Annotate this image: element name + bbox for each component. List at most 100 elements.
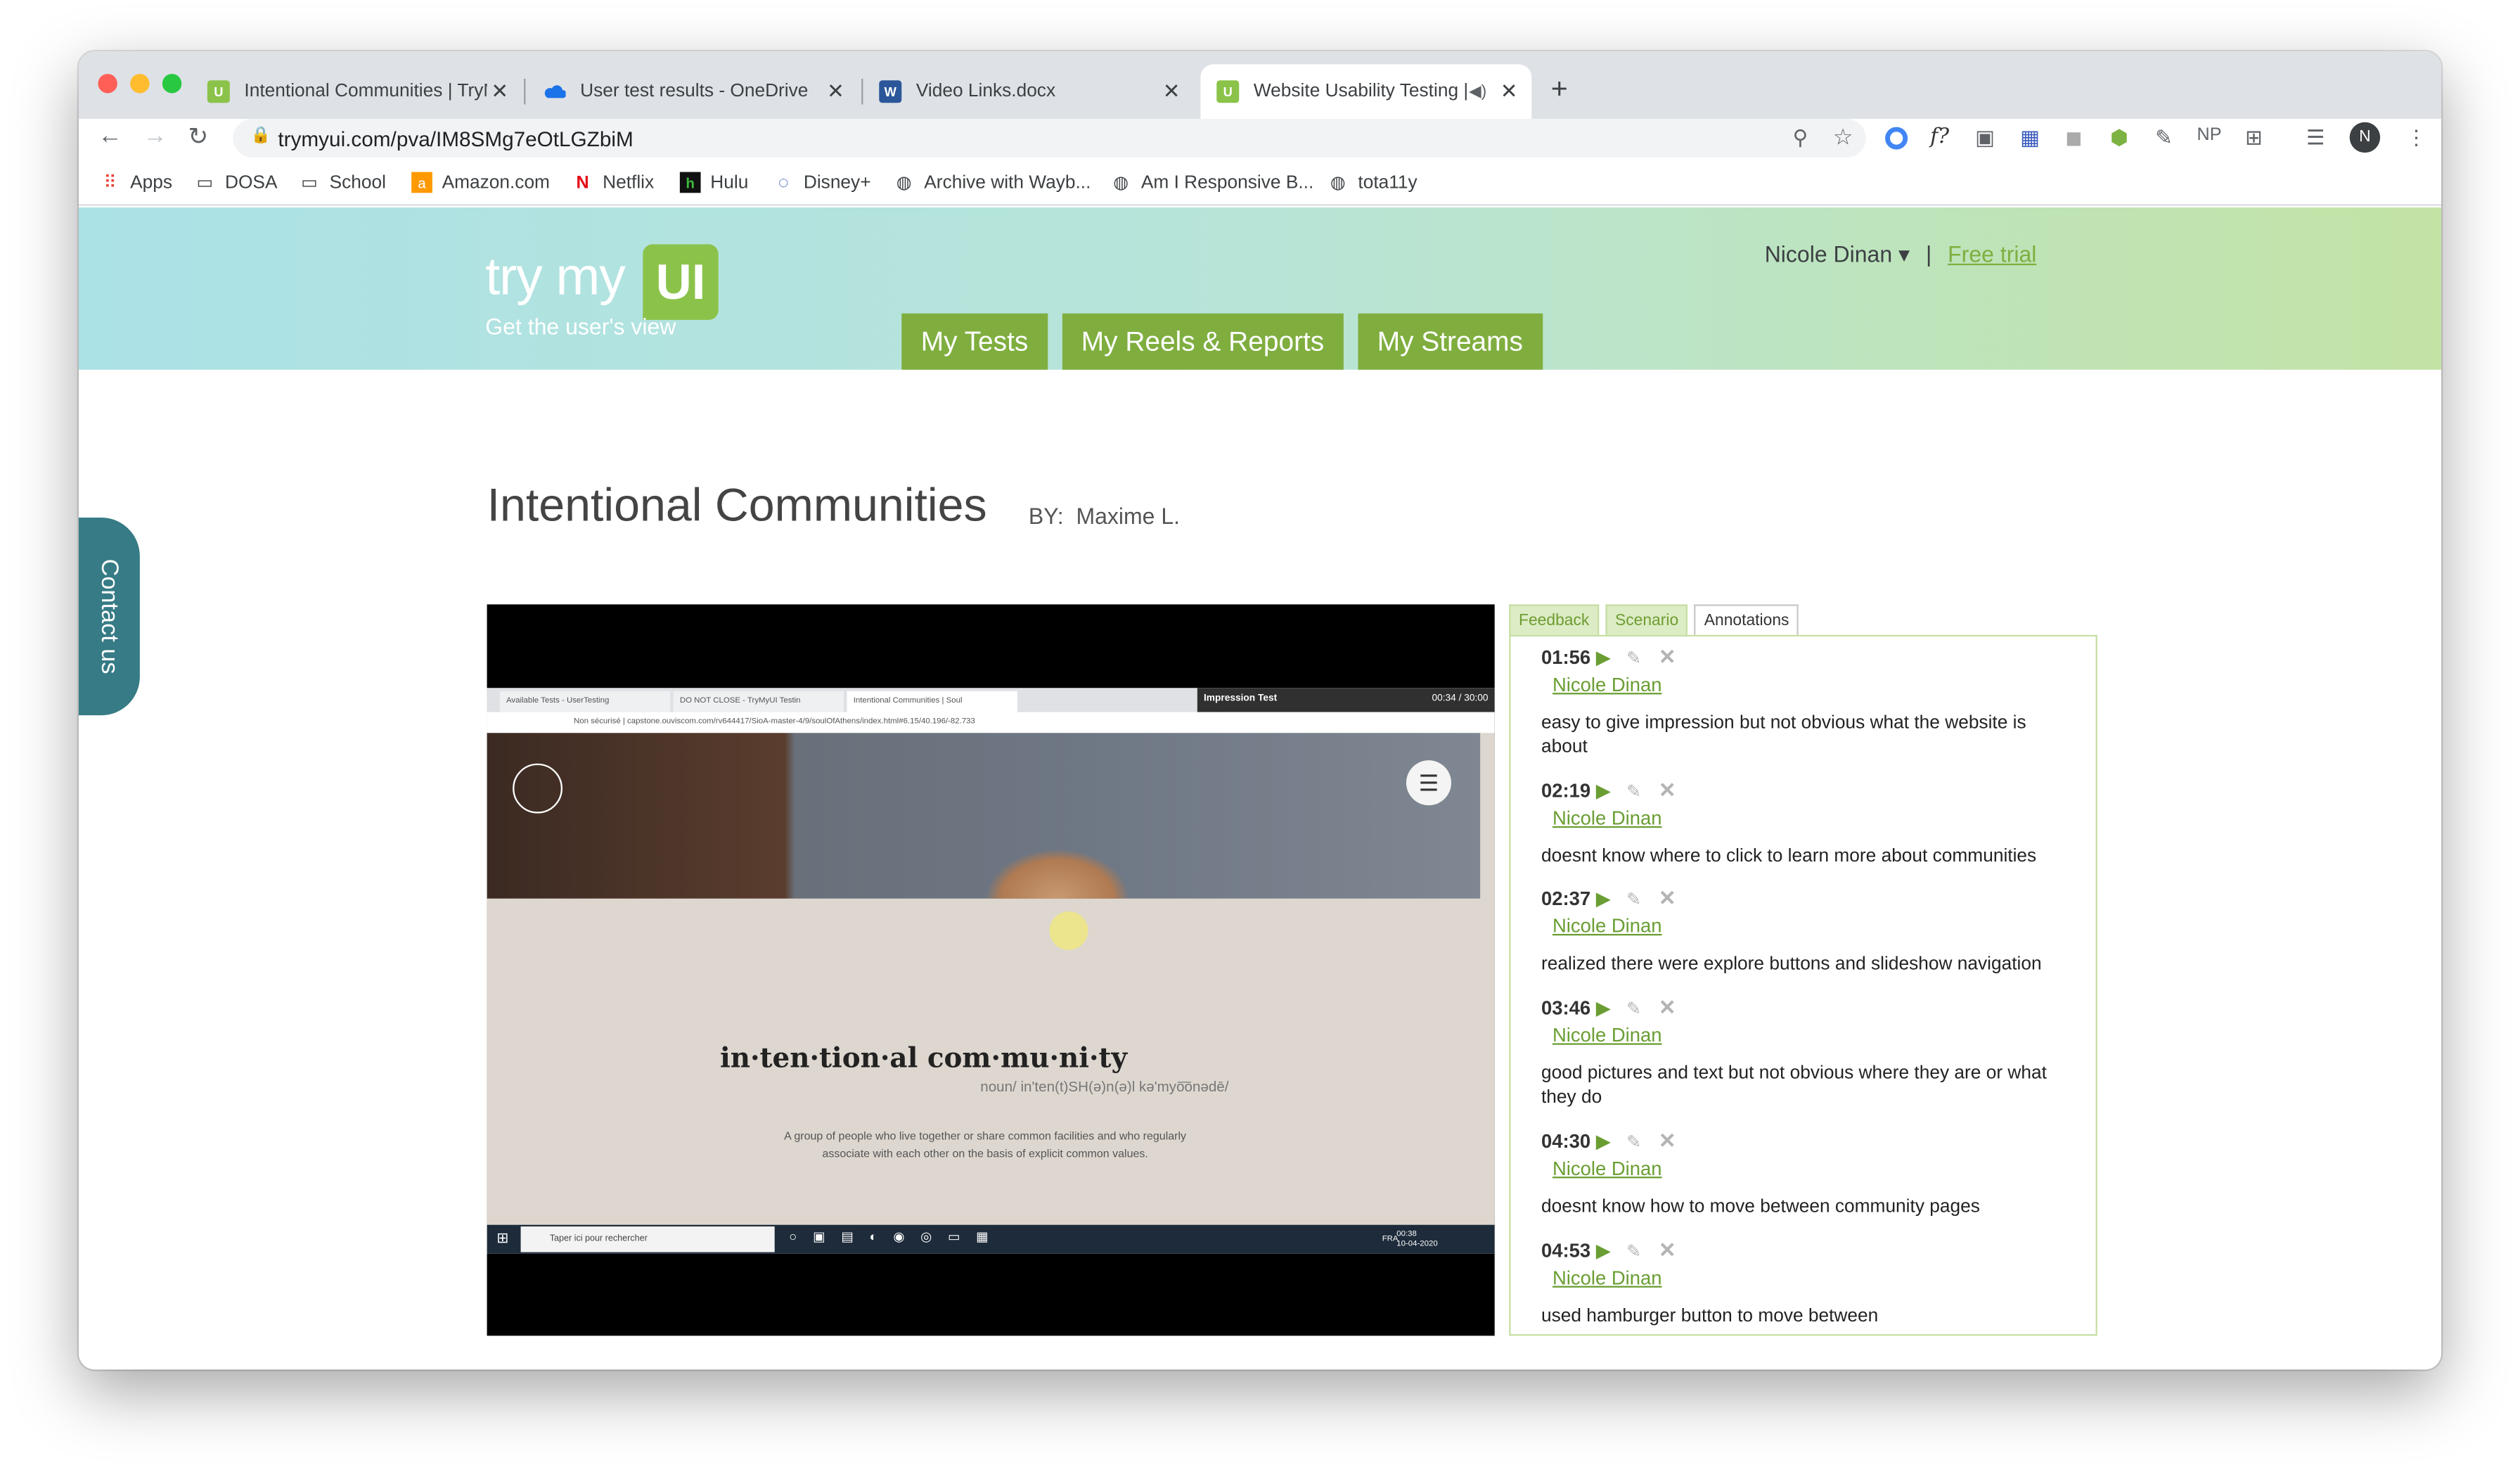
- logo-tagline: Get the user's view: [485, 313, 676, 340]
- separator: |: [1925, 241, 1932, 267]
- forward-arrow-icon[interactable]: →: [143, 122, 167, 150]
- annotation-author[interactable]: Nicole Dinan: [1552, 807, 2071, 829]
- np-extension-icon[interactable]: NP: [2197, 125, 2222, 144]
- extensions-grid-icon[interactable]: ⊞: [2245, 125, 2263, 151]
- play-icon[interactable]: ▶: [1596, 887, 1626, 910]
- back-arrow-icon[interactable]: ←: [98, 122, 122, 150]
- pencil-icon[interactable]: ✎: [1626, 647, 1659, 667]
- annotation-author[interactable]: Nicole Dinan: [1552, 674, 2071, 696]
- play-icon[interactable]: ▶: [1596, 996, 1626, 1019]
- browser-tab[interactable]: W Video Links.docx ✕: [863, 64, 1194, 119]
- logo-badge[interactable]: UI: [643, 244, 719, 320]
- user-menu[interactable]: Nicole Dinan ▾: [1765, 241, 1910, 267]
- amazon-icon: a: [411, 172, 432, 193]
- browser-tab[interactable]: U Intentional Communities | TryM ✕: [191, 64, 522, 119]
- maximize-window-button[interactable]: [162, 74, 182, 94]
- contact-us-tab[interactable]: Contact us: [78, 517, 140, 716]
- close-tab-icon[interactable]: ✕: [1496, 79, 1522, 105]
- tab-feedback[interactable]: Feedback: [1509, 604, 1600, 637]
- recorded-tab: Available Tests - UserTesting: [499, 691, 671, 712]
- play-icon[interactable]: ▶: [1596, 780, 1626, 802]
- delete-icon[interactable]: ✕: [1659, 995, 1676, 1021]
- tab-title: User test results - OneDrive: [580, 82, 809, 101]
- trymyui-icon: U: [207, 80, 230, 103]
- eyedropper-extension-icon[interactable]: ✎: [2155, 125, 2173, 151]
- font-extension-icon[interactable]: f?: [1930, 125, 1949, 149]
- bookmark-wayback[interactable]: ◍ Archive with Wayb...: [894, 172, 1091, 193]
- free-trial-link[interactable]: Free trial: [1948, 241, 2036, 267]
- zoom-icon[interactable]: ⚲: [1793, 125, 1808, 151]
- play-icon[interactable]: ▶: [1596, 1239, 1626, 1262]
- play-icon[interactable]: ▶: [1596, 1130, 1626, 1153]
- profile-avatar[interactable]: N: [2349, 122, 2381, 153]
- bookmark-amazon[interactable]: a Amazon.com: [411, 172, 550, 193]
- new-tab-button[interactable]: +: [1551, 72, 1568, 106]
- impression-timer: 00:34 / 30:00: [1432, 694, 1489, 705]
- bookmark-apps[interactable]: ⠿ Apps: [100, 172, 172, 193]
- bookmark-hulu[interactable]: h Hulu: [679, 172, 748, 193]
- bookmark-netflix[interactable]: N Netflix: [572, 172, 654, 193]
- cursor-highlight: [1049, 911, 1088, 950]
- close-window-button[interactable]: [98, 74, 117, 94]
- session-video-player[interactable]: Available Tests - UserTesting DO NOT CLO…: [487, 604, 1495, 1336]
- pencil-icon[interactable]: ✎: [1626, 1240, 1659, 1261]
- tab-scenario[interactable]: Scenario: [1605, 604, 1688, 637]
- annotation-time[interactable]: 02:19: [1541, 780, 1591, 802]
- delete-icon[interactable]: ✕: [1659, 778, 1676, 804]
- address-bar[interactable]: 🔒 trymyui.com/pva/IM8SMg7eOtLGZbiM ⚲ ☆: [233, 119, 1866, 158]
- nav-my-reels-reports[interactable]: My Reels & Reports: [1062, 313, 1344, 370]
- annotation-comment: good pictures and text but not obvious w…: [1541, 1064, 2047, 1108]
- close-tab-icon[interactable]: ✕: [823, 79, 849, 105]
- tab-annotations[interactable]: Annotations: [1695, 604, 1799, 637]
- annotation-author[interactable]: Nicole Dinan: [1552, 1267, 2071, 1289]
- logo-text[interactable]: try my: [485, 246, 626, 307]
- h-extension-icon[interactable]: ⬢: [2110, 125, 2128, 151]
- browser-tab-active[interactable]: U Website Usability Testing | ◀) ✕: [1200, 64, 1532, 120]
- delete-icon[interactable]: ✕: [1659, 645, 1676, 671]
- browser-toolbar: ← → ↻ 🔒 trymyui.com/pva/IM8SMg7eOtLGZbiM…: [78, 119, 2441, 161]
- pencil-icon[interactable]: ✎: [1626, 1131, 1659, 1151]
- close-tab-icon[interactable]: ✕: [487, 79, 513, 105]
- annotation-time[interactable]: 01:56: [1541, 646, 1591, 669]
- annotation-author[interactable]: Nicole Dinan: [1552, 915, 2071, 937]
- menu-kebab-icon[interactable]: ⋮: [2406, 125, 2427, 151]
- delete-icon[interactable]: ✕: [1659, 885, 1676, 911]
- speaker-icon[interactable]: ◀): [1469, 83, 1486, 101]
- bookmark-responsive[interactable]: ◍ Am I Responsive B...: [1110, 172, 1313, 193]
- minimize-window-button[interactable]: [130, 74, 150, 94]
- bookmark-label: Amazon.com: [442, 172, 550, 193]
- delete-icon[interactable]: ✕: [1659, 1238, 1676, 1264]
- picture-in-picture-icon[interactable]: ▣: [1975, 125, 1995, 151]
- annotation-time[interactable]: 02:37: [1541, 887, 1591, 910]
- definition-body: A group of people who live together or s…: [784, 1132, 1187, 1161]
- grid-extension-icon[interactable]: ▦: [2020, 125, 2040, 151]
- bookmark-school[interactable]: ▭ School: [299, 172, 386, 193]
- annotations-panel: 01:56 ▶ ✎ ✕ Nicole Dinan easy to give impre…: [1509, 634, 2097, 1336]
- k-extension-icon[interactable]: ◼: [2065, 125, 2083, 151]
- bookmark-tota11y[interactable]: ◍ tota11y: [1328, 172, 1418, 193]
- reading-list-icon[interactable]: ☰: [2306, 125, 2325, 151]
- annotation-item: 01:56 ▶ ✎ ✕ Nicole Dinan easy to give impre…: [1541, 645, 2071, 761]
- nav-my-streams[interactable]: My Streams: [1358, 313, 1543, 370]
- annotation-author[interactable]: Nicole Dinan: [1552, 1158, 2071, 1180]
- windows-taskbar: ⊞ Taper ici pour rechercher ○▣▤◐◉◎▭▦ FRA…: [487, 1224, 1495, 1254]
- browser-tab[interactable]: User test results - OneDrive ✕: [527, 64, 859, 119]
- bookmark-disney[interactable]: ◌ Disney+: [773, 172, 871, 193]
- close-tab-icon[interactable]: ✕: [1159, 79, 1185, 105]
- pencil-icon[interactable]: ✎: [1626, 781, 1659, 801]
- pencil-icon[interactable]: ✎: [1626, 888, 1659, 909]
- annotation-author[interactable]: Nicole Dinan: [1552, 1024, 2071, 1046]
- delete-icon[interactable]: ✕: [1659, 1129, 1676, 1155]
- play-icon[interactable]: ▶: [1596, 646, 1626, 669]
- reload-icon[interactable]: ↻: [188, 122, 208, 151]
- hulu-icon: h: [679, 172, 701, 193]
- annotation-time[interactable]: 03:46: [1541, 996, 1591, 1019]
- annotation-time[interactable]: 04:53: [1541, 1239, 1591, 1262]
- annotation-comment: realized there were explore buttons and …: [1541, 954, 2042, 975]
- annotation-time[interactable]: 04:30: [1541, 1130, 1591, 1153]
- bookmark-dosa[interactable]: ▭ DOSA: [195, 172, 278, 193]
- bookmark-star-icon[interactable]: ☆: [1833, 124, 1853, 151]
- pencil-icon[interactable]: ✎: [1626, 997, 1659, 1018]
- nav-my-tests[interactable]: My Tests: [901, 313, 1048, 370]
- color-picker-extension-icon[interactable]: [1885, 127, 1908, 150]
